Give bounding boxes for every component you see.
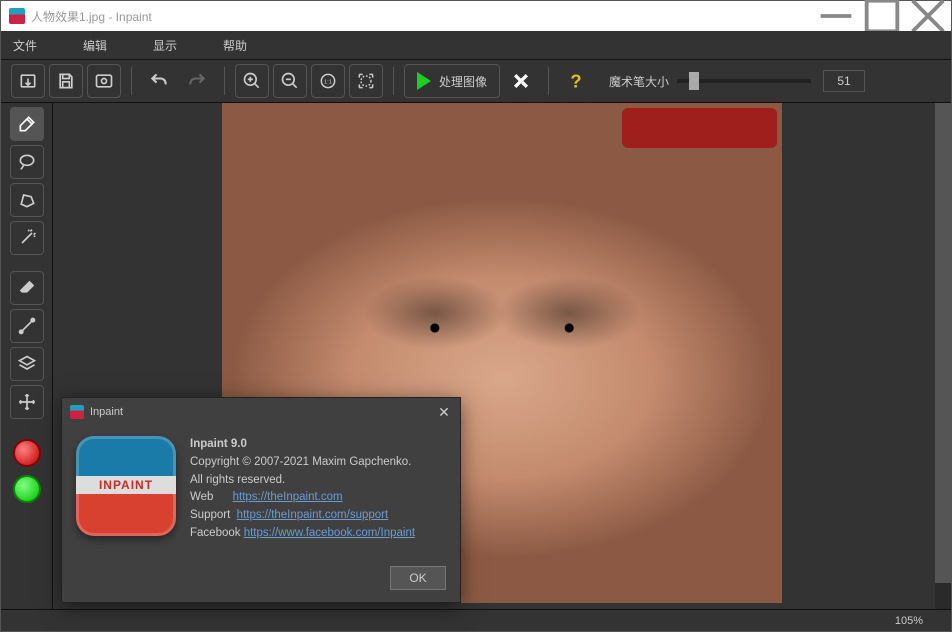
help-button[interactable]: ? [559, 64, 593, 98]
color-red[interactable] [13, 439, 41, 467]
menubar: 文件 编辑 显示 帮助 [1, 31, 951, 59]
undo-button[interactable] [142, 64, 176, 98]
preview-button[interactable] [87, 64, 121, 98]
about-logo: INPAINT [76, 436, 176, 536]
scrollbar-vertical[interactable] [935, 103, 951, 609]
about-web-link[interactable]: https://theInpaint.com [233, 491, 343, 503]
titlebar: 人物效果1.jpg - Inpaint [1, 1, 951, 31]
zoom-level: 105% [895, 615, 923, 627]
app-icon [9, 8, 25, 24]
menu-edit[interactable]: 编辑 [83, 37, 107, 54]
maximize-button[interactable] [859, 1, 905, 31]
menu-help[interactable]: 帮助 [223, 37, 247, 54]
move-tool[interactable] [10, 385, 44, 419]
close-button[interactable] [905, 1, 951, 31]
window-title: 人物效果1.jpg - Inpaint [31, 8, 813, 25]
about-heading: Inpaint 9.0 [190, 438, 247, 450]
brush-size-slider[interactable] [677, 79, 811, 83]
about-facebook-link[interactable]: https://www.facebook.com/Inpaint [244, 527, 415, 539]
about-close-button[interactable]: ✕ [428, 398, 460, 426]
toolbar: 1:1 处理图像 ? 魔术笔大小 51 [1, 59, 951, 103]
zoom-in-button[interactable] [235, 64, 269, 98]
brush-size-input[interactable]: 51 [823, 70, 865, 92]
menu-view[interactable]: 显示 [153, 37, 177, 54]
line-tool[interactable] [10, 309, 44, 343]
about-app-icon [70, 405, 84, 419]
about-support-link[interactable]: https://theInpaint.com/support [237, 509, 389, 521]
brush-size-label: 魔术笔大小 [609, 73, 669, 90]
color-green[interactable] [13, 475, 41, 503]
eraser-tool[interactable] [10, 271, 44, 305]
play-icon [417, 72, 431, 90]
about-copyright: Copyright © 2007-2021 Maxim Gapchenko. [190, 454, 446, 472]
menu-file[interactable]: 文件 [13, 37, 37, 54]
svg-text:?: ? [570, 71, 581, 91]
open-button[interactable] [11, 64, 45, 98]
about-title: Inpaint [90, 406, 428, 418]
zoom-fit-button[interactable] [349, 64, 383, 98]
zoom-actual-button[interactable]: 1:1 [311, 64, 345, 98]
layers-tool[interactable] [10, 347, 44, 381]
svg-text:1:1: 1:1 [324, 80, 332, 86]
zoom-out-button[interactable] [273, 64, 307, 98]
lasso-tool[interactable] [10, 145, 44, 179]
magic-wand-tool[interactable] [10, 221, 44, 255]
minimize-button[interactable] [813, 1, 859, 31]
about-ok-button[interactable]: OK [390, 566, 446, 590]
process-button[interactable]: 处理图像 [404, 64, 500, 98]
save-button[interactable] [49, 64, 83, 98]
statusbar: 105% [1, 609, 951, 631]
about-dialog: Inpaint ✕ INPAINT Inpaint 9.0 Copyright … [61, 397, 461, 603]
about-rights: All rights reserved. [190, 472, 446, 490]
marker-tool[interactable] [10, 107, 44, 141]
cancel-button[interactable] [504, 64, 538, 98]
tool-sidebar [1, 103, 53, 609]
redo-button[interactable] [180, 64, 214, 98]
polygon-tool[interactable] [10, 183, 44, 217]
